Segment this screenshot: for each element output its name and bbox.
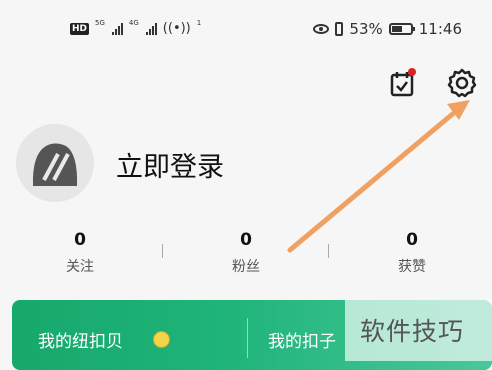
annotation-arrow-icon [287, 100, 470, 253]
